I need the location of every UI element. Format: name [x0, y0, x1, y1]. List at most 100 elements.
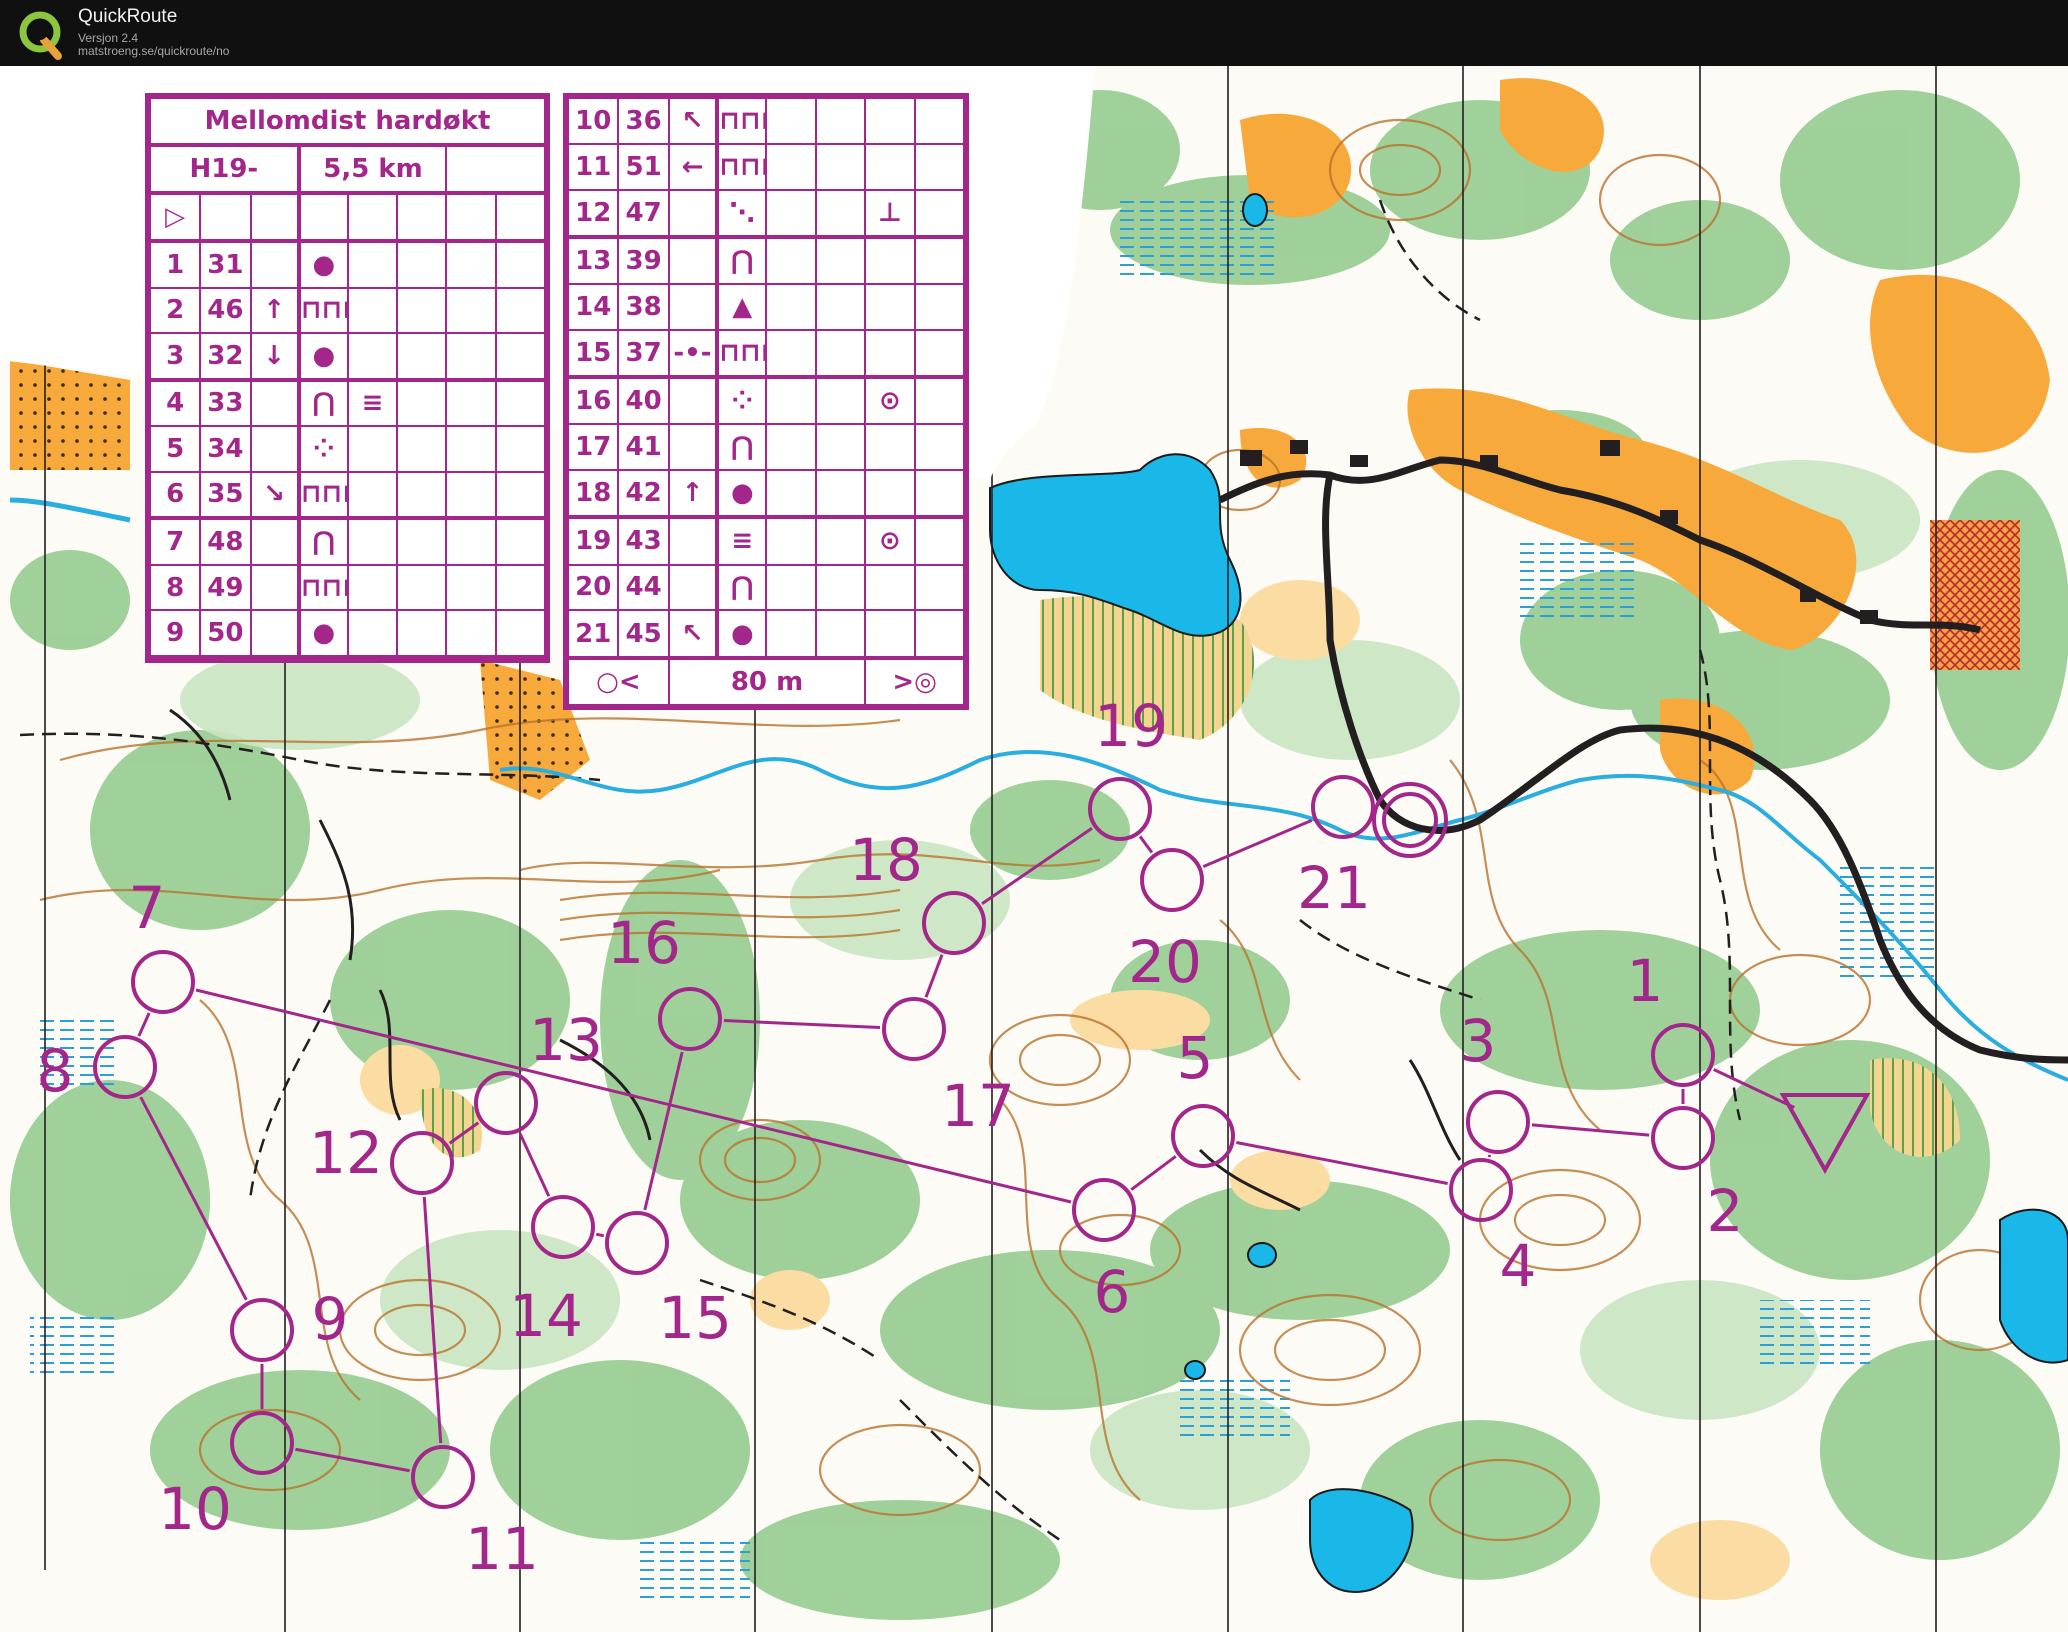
feature-symbol: ● — [297, 609, 349, 659]
control-code: 44 — [617, 563, 670, 612]
control-code: 51 — [617, 142, 670, 191]
control-number-label: 18 — [849, 826, 923, 894]
other-info-cell — [494, 286, 547, 334]
control-number-label: 20 — [1128, 928, 1202, 996]
direction-symbol: ↖ — [667, 609, 720, 660]
location-symbol — [445, 331, 497, 382]
location-symbol: ⊙ — [864, 516, 916, 566]
other-info-cell — [913, 235, 966, 286]
appearance-symbol — [765, 235, 817, 286]
feature-symbol: ⊓⊓⊓ — [716, 142, 768, 191]
other-info-cell — [913, 469, 966, 520]
control-code: 42 — [617, 469, 670, 520]
course-leg — [595, 1232, 605, 1238]
control-code: 35 — [199, 470, 252, 521]
control-number: 2 — [148, 286, 202, 334]
title-bar: QuickRoute Versjon 2.4 matstroeng.se/qui… — [0, 0, 2068, 66]
control-number: 3 — [148, 331, 202, 382]
appearance-symbol — [765, 97, 817, 145]
location-symbol — [445, 563, 497, 612]
control-number: 20 — [566, 563, 620, 612]
direction-symbol — [667, 563, 720, 612]
dimension-cell — [396, 563, 448, 612]
control-code: 36 — [617, 97, 670, 145]
feature-symbol: ● — [716, 609, 768, 660]
location-symbol — [864, 328, 916, 380]
control-description-row: 3 32 ↓ ● — [148, 331, 547, 382]
appearance-symbol — [346, 470, 399, 521]
location-symbol — [864, 97, 916, 145]
dimension-cell — [814, 283, 867, 331]
feature-symbol: ⋂ — [716, 235, 768, 286]
other-info-cell — [913, 283, 966, 331]
control-code: 32 — [199, 331, 252, 382]
direction-symbol: ↑ — [667, 469, 720, 520]
direction-symbol — [249, 563, 301, 612]
other-info-cell — [913, 516, 966, 566]
appearance-symbol — [765, 142, 817, 191]
location-symbol — [445, 378, 497, 428]
control-code: 39 — [617, 235, 670, 286]
location-symbol — [445, 286, 497, 334]
other-info-cell — [913, 423, 966, 472]
control-code: 33 — [199, 378, 252, 428]
direction-symbol: ← — [667, 142, 720, 191]
feature-symbol: ⊓⊓⊓ — [297, 470, 349, 521]
control-code: 49 — [199, 563, 252, 612]
control-number: 7 — [148, 517, 202, 566]
location-symbol — [445, 517, 497, 566]
control-code: 38 — [617, 283, 670, 331]
app-title: QuickRoute — [78, 6, 178, 27]
finish-row: ○< 80 m >◎ — [567, 656, 965, 707]
dimension-cell — [814, 188, 867, 239]
other-info-cell — [913, 97, 966, 145]
appearance-symbol — [765, 469, 817, 520]
feature-symbol: ▲ — [716, 283, 768, 331]
feature-symbol: ⁘ — [716, 376, 768, 426]
location-symbol — [864, 283, 916, 331]
control-number-label: 5 — [1177, 1024, 1214, 1092]
other-info-cell — [913, 142, 966, 191]
feature-symbol: ● — [716, 469, 768, 520]
control-number-label: 6 — [1094, 1258, 1131, 1326]
control-description-row: 7 48 ⋂ — [148, 517, 547, 566]
dimension-cell — [814, 516, 867, 566]
control-code: 46 — [199, 286, 252, 334]
control-number: 18 — [566, 469, 620, 520]
control-code: 43 — [617, 516, 670, 566]
other-info-cell — [913, 188, 966, 239]
other-info-cell — [494, 425, 547, 473]
direction-symbol — [249, 378, 301, 428]
control-description-row: 1 31 ● — [148, 239, 547, 289]
appearance-symbol — [765, 283, 817, 331]
control-description-row: 5 34 ⁘ — [148, 425, 547, 473]
feature-symbol: ⊓⊓⊓ — [716, 328, 768, 380]
control-description-row: 1036↖⊓⊓⊓ — [566, 97, 966, 145]
control-number: 6 — [148, 470, 202, 521]
other-info-cell — [494, 517, 547, 566]
control-code: 34 — [199, 425, 252, 473]
direction-symbol — [249, 609, 301, 659]
control-code: 37 — [617, 328, 670, 380]
appearance-symbol — [765, 609, 817, 660]
dimension-cell — [396, 378, 448, 428]
control-number-label: 10 — [158, 1475, 232, 1543]
appearance-symbol — [346, 425, 399, 473]
feature-symbol: ⋂ — [716, 563, 768, 612]
control-description-row: 635↘⊓⊓⊓ — [148, 470, 547, 521]
control-number: 10 — [566, 97, 620, 145]
control-description-row: 9 50 ● — [148, 609, 547, 659]
dimension-cell — [396, 425, 448, 473]
location-symbol — [445, 425, 497, 473]
course-title: Mellomdist hardøkt — [149, 97, 546, 147]
control-number-label: 3 — [1460, 1007, 1497, 1075]
other-info-cell — [494, 331, 547, 382]
other-info-cell — [913, 563, 966, 612]
control-code: 40 — [617, 376, 670, 426]
other-info-cell — [494, 563, 547, 612]
location-symbol: ⊥ — [864, 188, 916, 239]
control-description-row: 21 45 ↖ ● — [566, 609, 966, 660]
control-description-row: 4 33 ⋂ ≡ — [148, 378, 547, 428]
control-number: 21 — [566, 609, 620, 660]
location-symbol — [445, 609, 497, 659]
